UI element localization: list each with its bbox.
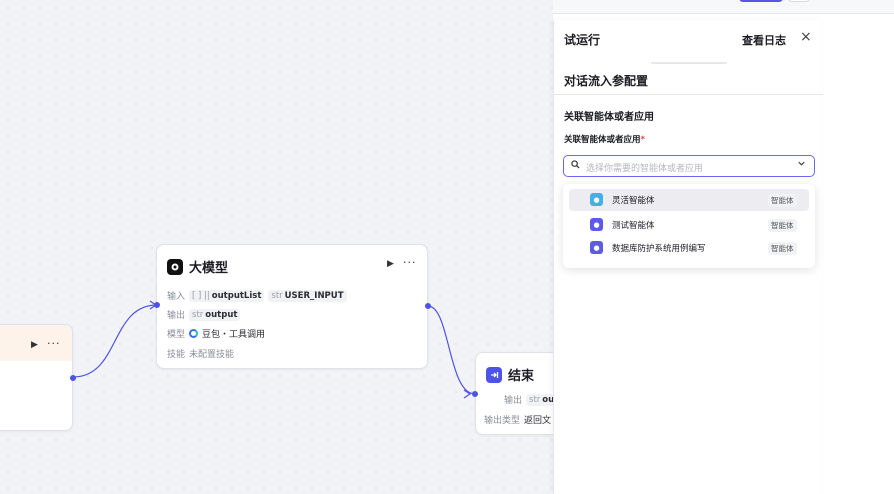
end-output-label: 输出 (504, 396, 523, 406)
output-label: 输出 (167, 311, 186, 321)
end-output-type-value: 返回文 (524, 416, 552, 426)
chevron-down-icon[interactable] (797, 159, 806, 171)
llm-input-row: 输入 [ ] || outputList str USER_INPUT (167, 289, 347, 302)
end-output-type-label: 输出类型 (484, 416, 521, 426)
end-node-title: 结束 (486, 365, 534, 384)
llm-model-row: 模型 豆包・工具调用 (167, 327, 265, 340)
search-icon (571, 160, 580, 172)
doubao-model-icon (189, 329, 199, 338)
end-node[interactable]: 结束 输出 str ou 输出类型 返回文 (475, 352, 553, 435)
input-tag-outputlist: [ ] || outputList (189, 289, 265, 302)
option-badge: 智能体 (768, 242, 797, 255)
start-output-port[interactable] (70, 375, 76, 381)
llm-skill-row: 技能 未配置技能 (167, 347, 234, 360)
select-dropdown: ● 灵活智能体 智能体 ● 测试智能体 智能体 ● 数据库防护系统用例编写 智能… (563, 184, 815, 268)
top-primary-button[interactable] (739, 0, 783, 2)
end-output-tag: str ou (526, 393, 553, 406)
end-icon (486, 366, 502, 383)
agent-app-select[interactable]: 选择你需要的智能体或者应用 (563, 155, 815, 177)
llm-title-text: 大模型 (189, 261, 229, 276)
start-run-icon[interactable]: ▶ (31, 340, 38, 350)
edge-start-to-llm (72, 304, 158, 378)
llm-output-row: 输出 str output (167, 308, 241, 321)
output-tag: str output (189, 308, 241, 321)
assoc-heading: 关联智能体或者应用 (564, 112, 654, 123)
workflow-canvas[interactable]: ▶ ··· 大模型 ▶ ··· 输入 [ ] || outputList str U… (0, 0, 553, 494)
assoc-field-label: 关联智能体或者应用* (564, 135, 645, 145)
llm-icon (167, 258, 183, 275)
right-blank-area (822, 14, 894, 494)
end-output-row: 输出 str ou (504, 393, 553, 406)
input-tag-user-input: str USER_INPUT (268, 289, 347, 302)
option-item[interactable]: ● 灵活智能体 智能体 (569, 189, 809, 211)
start-node[interactable]: ▶ ··· (0, 324, 73, 431)
model-label: 模型 (167, 330, 186, 340)
close-icon[interactable]: × (800, 29, 812, 45)
llm-node[interactable]: 大模型 ▶ ··· 输入 [ ] || outputList str USER_IN… (156, 244, 428, 369)
drag-handle[interactable] (651, 62, 727, 64)
end-title-text: 结束 (508, 369, 535, 384)
test-run-panel: 试运行 查看日志 × 对话流入参配置 关联智能体或者应用 关联智能体或者应用* … (553, 20, 823, 494)
panel-divider (554, 94, 823, 95)
option-item[interactable]: ● 数据库防护系统用例编写 智能体 (569, 237, 809, 259)
llm-run-icon[interactable]: ▶ (387, 259, 394, 269)
option-badge: 智能体 (768, 194, 797, 207)
edge-llm-to-end (427, 305, 476, 395)
option-item[interactable]: ● 测试智能体 智能体 (569, 214, 809, 236)
view-log-button[interactable]: 查看日志 (742, 32, 786, 48)
option-name: 数据库防护系统用例编写 (612, 244, 706, 254)
select-placeholder: 选择你需要的智能体或者应用 (586, 164, 704, 174)
start-more-icon[interactable]: ··· (47, 337, 61, 350)
model-value: 豆包・工具调用 (202, 330, 266, 340)
llm-input-port[interactable] (154, 302, 160, 308)
bot-icon: ● (590, 218, 603, 231)
option-name: 测试智能体 (612, 221, 655, 231)
bot-icon: ● (590, 241, 603, 254)
skill-label: 技能 (167, 350, 186, 360)
top-secondary-button[interactable] (788, 0, 810, 2)
llm-node-title: 大模型 (167, 257, 228, 276)
option-badge: 智能体 (768, 219, 797, 232)
end-input-port[interactable] (472, 391, 478, 397)
bot-icon: ● (590, 193, 603, 206)
required-mark: * (640, 135, 645, 145)
llm-output-port[interactable] (425, 303, 431, 309)
option-name: 灵活智能体 (612, 196, 655, 206)
llm-more-icon[interactable]: ··· (403, 256, 417, 269)
skill-value: 未配置技能 (189, 350, 235, 360)
end-output-type-row: 输出类型 返回文 (484, 413, 551, 426)
input-label: 输入 (167, 292, 186, 302)
section-title: 对话流入参配置 (564, 74, 649, 88)
panel-title: 试运行 (564, 33, 601, 47)
